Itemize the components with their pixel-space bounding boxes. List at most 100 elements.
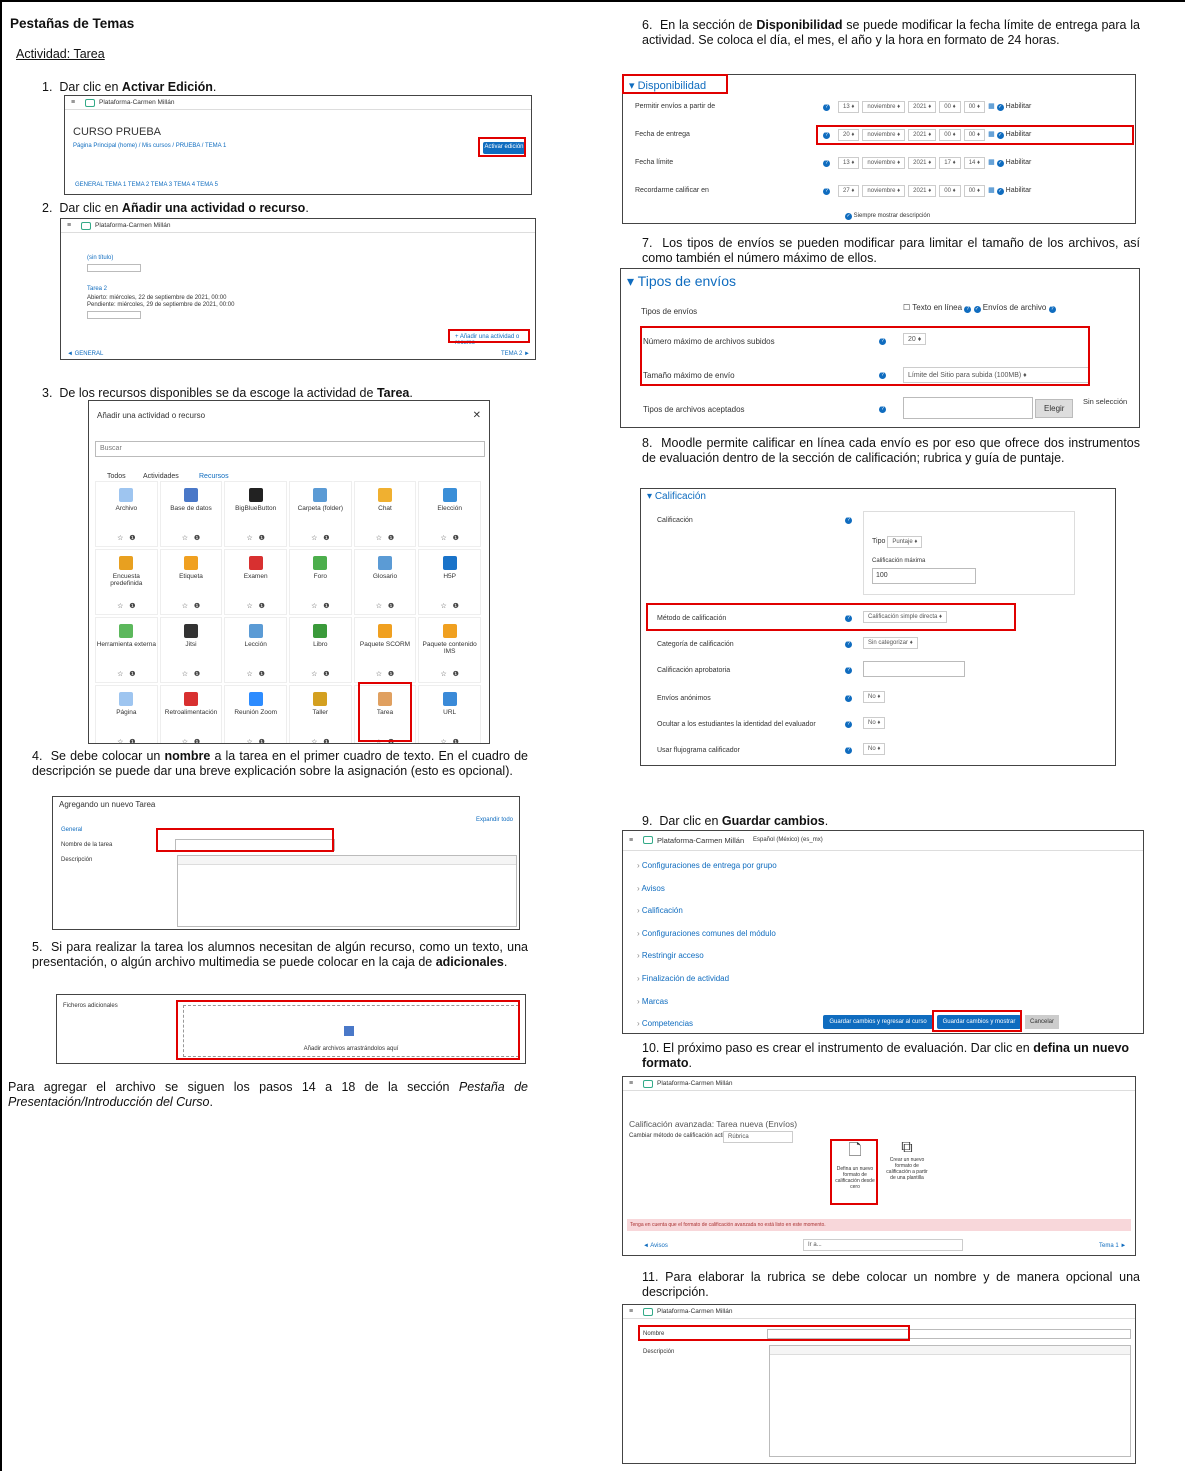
max-grade-input[interactable]: 100 [872,568,976,584]
date-select[interactable]: noviembre ♦ [862,157,906,169]
star-icon[interactable]: ☆ ❶ [290,602,351,610]
close-icon[interactable]: ✕ [473,410,481,421]
star-icon[interactable]: ☆ ❶ [355,670,416,678]
section-general[interactable]: General [61,827,82,833]
activity-tile[interactable]: Elección ☆ ❶ [418,481,481,547]
tab-resources[interactable]: Recursos [199,473,229,480]
activity-tile[interactable]: Carpeta (folder) ☆ ❶ [289,481,352,547]
next-activity-link[interactable]: Tema 1 ► [1099,1243,1126,1249]
activity-tile[interactable]: Libro ☆ ❶ [289,617,352,683]
prev-section-link[interactable]: ◄ GENERAL [67,351,103,357]
save-return-button[interactable]: Guardar cambios y regresar al curso [823,1015,933,1029]
star-icon[interactable]: ☆ ❶ [290,738,351,743]
date-select[interactable]: 17 ♦ [939,157,961,169]
types-options[interactable]: ☐ Texto en línea ? ✓ Envíos de archivo ? [903,303,1056,313]
accepted-types-input[interactable] [903,397,1033,419]
date-select[interactable]: 13 ♦ [838,101,860,113]
calendar-icon[interactable]: ▦ [988,159,995,166]
create-from-template-button[interactable]: ⧉ Crear un nuevo formato de calificación … [885,1139,929,1203]
date-select[interactable]: noviembre ♦ [862,185,906,197]
date-select[interactable]: 27 ♦ [838,185,860,197]
choose-button[interactable]: Elegir [1035,399,1074,418]
activity-tile[interactable]: Lección ☆ ❶ [224,617,287,683]
search-input[interactable]: Buscar [95,441,485,457]
activity-tile[interactable]: Foro ☆ ❶ [289,549,352,615]
star-icon[interactable]: ☆ ❶ [419,534,480,542]
activity-tile[interactable]: Página ☆ ❶ [95,685,158,743]
activity-tile[interactable]: H5P ☆ ❶ [418,549,481,615]
always-show-description[interactable]: ✓ Siempre mostrar descripción [845,213,930,220]
activity-tile[interactable]: Examen ☆ ❶ [224,549,287,615]
star-icon[interactable]: ☆ ❶ [419,602,480,610]
section-accordion-item[interactable]: › Configuraciones de entrega por grupo [623,855,1143,878]
calendar-icon[interactable]: ▦ [988,103,995,110]
cancel-button[interactable]: Cancelar [1025,1015,1059,1029]
date-select[interactable]: 00 ♦ [939,101,961,113]
activity-tile[interactable]: Paquete SCORM ☆ ❶ [353,617,417,683]
date-select[interactable]: 2021 ♦ [908,185,937,197]
activity-tile[interactable]: Jitsi ☆ ❶ [159,617,223,683]
star-icon[interactable]: ☆ ❶ [355,534,416,542]
date-select[interactable]: 14 ♦ [963,157,986,169]
star-icon[interactable]: ☆ ❶ [225,602,286,610]
activity-tile[interactable]: Etiqueta ☆ ❶ [159,549,223,615]
category-select[interactable]: Sin categorizar ♦ [863,637,918,649]
star-icon[interactable]: ☆ ❶ [161,534,222,542]
method-select[interactable]: Rúbrica [723,1131,793,1143]
next-section-link[interactable]: TEMA 2 ► [501,351,530,357]
section-accordion-item[interactable]: › Configuraciones comunes del módulo [623,923,1143,946]
date-select[interactable]: 13 ♦ [838,157,860,169]
date-select[interactable]: noviembre ♦ [862,101,906,113]
calendar-icon[interactable]: ▦ [988,187,995,194]
expand-all-link[interactable]: Expandir todo [476,817,513,823]
prev-activity-link[interactable]: ◄ Avisos [643,1243,668,1249]
activity-tile[interactable]: Paquete contenido IMS ☆ ❶ [418,617,481,683]
star-icon[interactable]: ☆ ❶ [419,670,480,678]
activity-tile[interactable]: URL ☆ ❶ [418,685,481,743]
star-icon[interactable]: ☆ ❶ [225,738,286,743]
star-icon[interactable]: ☆ ❶ [355,602,416,610]
star-icon[interactable]: ☆ ❶ [225,534,286,542]
anonymous-select[interactable]: No ♦ [863,691,886,703]
course-breadcrumb[interactable]: Página Principal (home) / Mis cursos / P… [73,143,226,149]
date-select[interactable]: 2021 ♦ [908,157,937,169]
activity-tile[interactable]: Base de datos ☆ ❶ [159,481,223,547]
section-accordion-item[interactable]: › Avisos [623,878,1143,901]
date-select[interactable]: 00 ♦ [963,185,986,197]
section-accordion-item[interactable]: › Calificación [623,900,1143,923]
star-icon[interactable]: ☆ ❶ [96,738,157,743]
star-icon[interactable]: ☆ ❶ [290,534,351,542]
description-editor[interactable] [177,855,517,927]
tab-all[interactable]: Todos [107,473,126,480]
date-select[interactable]: 00 ♦ [963,101,986,113]
star-icon[interactable]: ☆ ❶ [96,602,157,610]
rubric-description-editor[interactable] [769,1345,1131,1457]
activity-tile[interactable]: Herramienta externa ☆ ❶ [95,617,158,683]
activity-tile[interactable]: Reunión Zoom ☆ ❶ [224,685,287,743]
section-accordion-item[interactable]: › Finalización de actividad [623,968,1143,991]
date-select[interactable]: 2021 ♦ [908,101,937,113]
topic-item-1[interactable]: (sin título) [87,255,113,261]
star-icon[interactable]: ☆ ❶ [290,670,351,678]
activity-tile[interactable]: Glosario ☆ ❶ [353,549,417,615]
pass-grade-input[interactable] [863,661,965,677]
star-icon[interactable]: ☆ ❶ [161,602,222,610]
star-icon[interactable]: ☆ ❶ [96,670,157,678]
section-accordion-item[interactable]: › Marcas [623,991,1143,1014]
workflow-select[interactable]: No ♦ [863,743,886,755]
activity-tile[interactable]: Archivo ☆ ❶ [95,481,158,547]
date-select[interactable]: 00 ♦ [939,185,961,197]
star-icon[interactable]: ☆ ❶ [161,738,222,743]
section-accordion-item[interactable]: › Restringir acceso [623,945,1143,968]
activity-tile[interactable]: Chat ☆ ❶ [353,481,417,547]
topic-item-2[interactable]: Tarea 2 [87,286,107,292]
tab-activities[interactable]: Actividades [143,473,179,480]
star-icon[interactable]: ☆ ❶ [96,534,157,542]
activity-tile[interactable]: Retroalimentación ☆ ❶ [159,685,223,743]
activity-tile[interactable]: Taller ☆ ❶ [289,685,352,743]
activity-tile[interactable]: BigBlueButton ☆ ❶ [224,481,287,547]
star-icon[interactable]: ☆ ❶ [161,670,222,678]
star-icon[interactable]: ☆ ❶ [225,670,286,678]
star-icon[interactable]: ☆ ❶ [419,738,480,743]
activity-tile[interactable]: Encuesta predefinida ☆ ❶ [95,549,158,615]
